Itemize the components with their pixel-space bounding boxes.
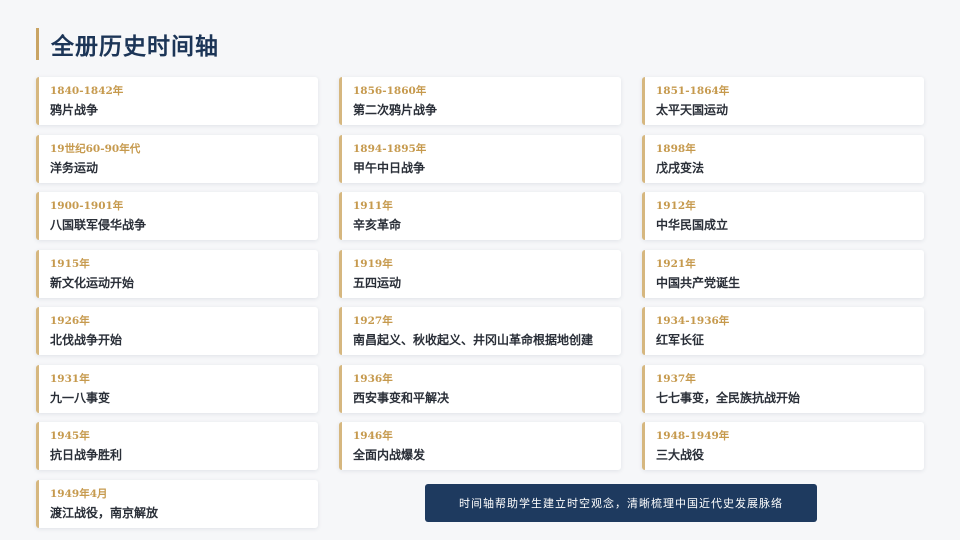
timeline-year: 1900-1901年 <box>50 200 124 212</box>
timeline-year: 1921年 <box>656 257 696 270</box>
timeline-card: 19世纪60-90年代 洋务运动 <box>36 134 318 183</box>
timeline-year: 1898年 <box>656 142 696 155</box>
timeline-year: 1927年 <box>353 315 393 327</box>
timeline-event: 八国联军侵华战争 <box>50 218 147 232</box>
timeline-event: 辛亥革命 <box>353 218 402 232</box>
timeline-year: 1840-1842年 <box>50 85 124 97</box>
timeline-year: 1911年 <box>353 200 393 212</box>
timeline-event: 第二次鸦片战争 <box>353 103 438 117</box>
timeline-year: 1946年 <box>353 430 393 442</box>
timeline-card: 1851-1864年 太平天国运动 <box>642 77 924 125</box>
timeline-event: 红军长征 <box>656 333 705 347</box>
timeline-card: 1934-1936年 红军长征 <box>642 307 924 355</box>
timeline-event: 戊戌变法 <box>656 160 705 175</box>
timeline-event: 抗日战争胜利 <box>50 448 123 462</box>
timeline-year: 1894-1895年 <box>353 142 427 155</box>
timeline-event: 太平天国运动 <box>656 103 729 117</box>
timeline-card: 1900-1901年 八国联军侵华战争 <box>36 192 318 240</box>
timeline-card: 1915年 新文化运动开始 <box>36 249 318 298</box>
timeline-card: 1926年 北伐战争开始 <box>36 307 318 355</box>
timeline-event: 中华民国成立 <box>656 218 729 232</box>
timeline-card: 1937年 七七事变，全民族抗战开始 <box>642 364 924 413</box>
timeline-card: 1945年 抗日战争胜利 <box>36 422 318 470</box>
timeline-card: 1919年 五四运动 <box>339 249 621 298</box>
timeline-event: 洋务运动 <box>50 160 99 175</box>
timeline-year: 1934-1936年 <box>656 315 730 327</box>
timeline-year: 1931年 <box>50 372 90 385</box>
timeline-event: 九一八事变 <box>50 390 111 405</box>
timeline-event: 三大战役 <box>656 448 705 462</box>
timeline-event: 北伐战争开始 <box>50 333 123 347</box>
timeline-event: 全面内战爆发 <box>353 448 426 462</box>
timeline-card: 1927年 南昌起义、秋收起义、井冈山革命根据地创建 <box>339 307 621 355</box>
timeline-year: 1919年 <box>353 257 393 270</box>
timeline-card: 1921年 中国共产党诞生 <box>642 249 924 298</box>
page-title: 全册历史时间轴 <box>51 33 219 60</box>
timeline-year: 1945年 <box>50 430 90 442</box>
summary-banner: 时间轴帮助学生建立时空观念，清晰梳理中国近代史发展脉络 <box>425 484 817 522</box>
timeline-year: 1937年 <box>656 372 696 385</box>
timeline-card: 1931年 九一八事变 <box>36 364 318 413</box>
timeline-event: 鸦片战争 <box>50 103 99 117</box>
timeline-year: 1856-1860年 <box>353 85 427 97</box>
timeline-card: 1912年 中华民国成立 <box>642 192 924 240</box>
timeline-event: 西安事变和平解决 <box>353 390 450 405</box>
timeline-card: 1911年 辛亥革命 <box>339 192 621 240</box>
timeline-event: 中国共产党诞生 <box>656 275 741 290</box>
timeline-year: 1915年 <box>50 257 90 270</box>
summary-text: 时间轴帮助学生建立时空观念，清晰梳理中国近代史发展脉络 <box>459 497 783 510</box>
timeline-event: 渡江战役，南京解放 <box>50 505 159 520</box>
timeline-card: 1856-1860年 第二次鸦片战争 <box>339 77 621 125</box>
timeline-card: 1894-1895年 甲午中日战争 <box>339 134 621 183</box>
timeline-card: 1949年4月 渡江战役，南京解放 <box>36 479 318 528</box>
timeline-event: 五四运动 <box>353 275 402 290</box>
timeline-event: 甲午中日战争 <box>353 160 426 175</box>
timeline-card: 1936年 西安事变和平解决 <box>339 364 621 413</box>
timeline-year: 19世纪60-90年代 <box>50 142 141 155</box>
timeline-event: 新文化运动开始 <box>50 275 135 290</box>
title-bar: 全册历史时间轴 <box>36 28 219 60</box>
timeline-grid: 1840-1842年 鸦片战争 1856-1860年 第二次鸦片战争 1851-… <box>36 77 924 528</box>
timeline-year: 1948-1949年 <box>656 430 730 442</box>
timeline-card: 1898年 戊戌变法 <box>642 134 924 183</box>
timeline-year: 1851-1864年 <box>656 85 730 97</box>
timeline-year: 1936年 <box>353 372 393 385</box>
timeline-card: 1946年 全面内战爆发 <box>339 422 621 470</box>
timeline-year: 1926年 <box>50 315 90 327</box>
timeline-card: 1840-1842年 鸦片战争 <box>36 77 318 125</box>
timeline-year: 1949年4月 <box>50 487 108 500</box>
timeline-card: 1948-1949年 三大战役 <box>642 422 924 470</box>
timeline-year: 1912年 <box>656 200 696 212</box>
timeline-event: 七七事变，全民族抗战开始 <box>656 390 801 405</box>
timeline-event: 南昌起义、秋收起义、井冈山革命根据地创建 <box>353 333 594 347</box>
